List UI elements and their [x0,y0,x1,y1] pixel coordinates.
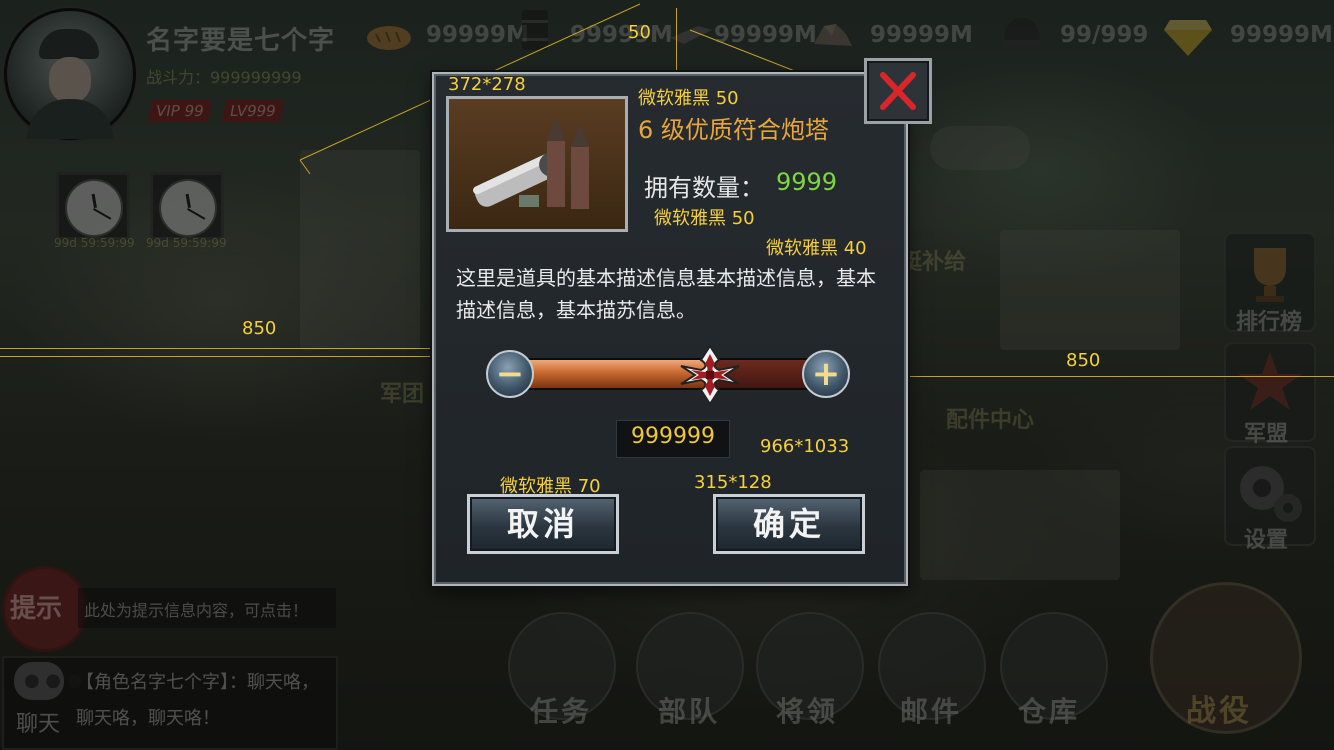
plus-button[interactable]: + [802,350,850,398]
item-description: 这里是道具的基本描述信息基本描述信息，基本描述信息，基本描苏信息。 [456,266,876,322]
confirm-button[interactable]: 确定 [713,494,865,554]
owned-count-value: 9999 [776,168,838,196]
turret-parts-icon [473,117,589,209]
iron-cross-slider-handle[interactable] [679,344,741,406]
cancel-label: 取消 [506,505,579,543]
owned-count-label: 拥有数量： [644,174,764,202]
minus-button[interactable]: − [486,350,534,398]
annotation-left-distance: 850 [242,318,277,339]
annotation-button-size: 315*128 [694,472,772,493]
quantity-value: 999999 [631,424,715,449]
annotation-dialog-size: 966*1033 [760,436,850,457]
item-image-frame [446,96,628,232]
annotation-right-distance: 850 [1066,350,1101,371]
minus-icon: − [495,354,525,394]
item-name: 6 级优质符合炮塔 [638,116,829,144]
annotation-desc-font: 微软雅黑 40 [766,238,867,259]
cancel-button[interactable]: 取消 [467,494,619,554]
annotation-image-size: 372*278 [448,74,526,95]
close-icon [880,72,916,110]
close-button[interactable] [864,58,932,124]
annotation-count-font: 微软雅黑 50 [654,208,755,229]
plus-icon: + [811,354,841,394]
quantity-slider[interactable] [512,358,822,390]
annotation-button-font: 微软雅黑 70 [500,476,601,497]
annotation-title-font: 微软雅黑 50 [638,88,739,109]
confirm-label: 确定 [752,505,825,543]
annotation-top-distance: 50 [628,22,651,43]
